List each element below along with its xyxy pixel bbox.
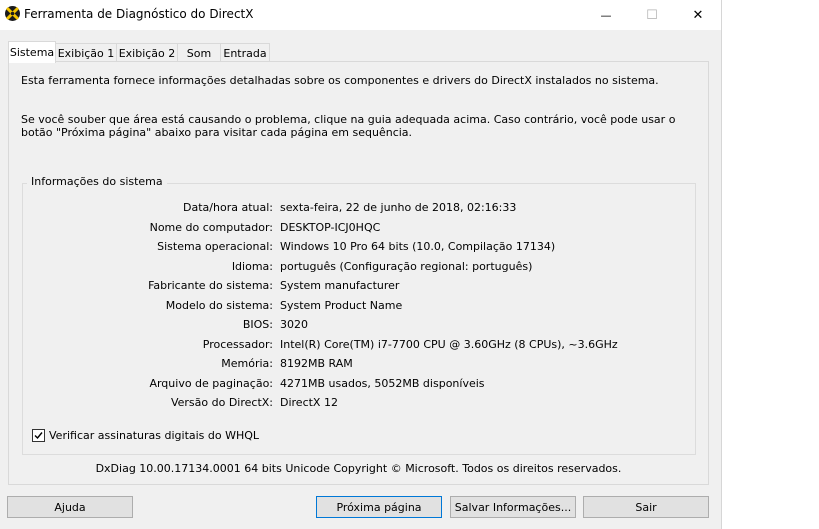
intro-text-1: Esta ferramenta fornece informações deta…: [21, 74, 659, 87]
exit-button[interactable]: Sair: [583, 496, 709, 518]
window-title: Ferramenta de Diagnóstico do DirectX: [24, 7, 254, 21]
info-row-pagefile: Arquivo de paginação: 4271MB usados, 505…: [23, 377, 695, 391]
info-row-language: Idioma: português (Configuração regional…: [23, 260, 695, 274]
info-label: Fabricante do sistema:: [148, 279, 273, 292]
info-value: System Product Name: [280, 298, 403, 312]
info-row-datetime: Data/hora atual: sexta-feira, 22 de junh…: [23, 201, 695, 215]
info-value: Intel(R) Core(TM) i7-7700 CPU @ 3.60GHz …: [280, 337, 618, 351]
whql-checkbox-label: Verificar assinaturas digitais do WHQL: [49, 429, 260, 442]
maximize-button[interactable]: ☐: [629, 0, 675, 30]
close-button[interactable]: ✕: [675, 0, 721, 30]
tab-som[interactable]: Som: [177, 43, 221, 62]
system-info-group: Informações do sistema Data/hora atual: …: [22, 175, 696, 455]
info-label: Nome do computador:: [149, 220, 273, 234]
info-value: DESKTOP-ICJ0HQC: [280, 220, 381, 234]
help-button[interactable]: Ajuda: [7, 496, 133, 518]
info-value: DirectX 12: [280, 396, 338, 409]
close-icon: ✕: [692, 7, 704, 23]
copyright-note: DxDiag 10.00.17134.0001 64 bits Unicode …: [95, 462, 622, 475]
info-row-directx-version: Versão do DirectX: DirectX 12: [23, 396, 695, 410]
info-label: Arquivo de paginação:: [149, 376, 273, 390]
tab-exibicao-2[interactable]: Exibição 2: [116, 43, 178, 62]
system-info-title: Informações do sistema: [27, 175, 167, 188]
info-row-manufacturer: Fabricante do sistema: System manufactur…: [23, 279, 695, 293]
title-bar: Ferramenta de Diagnóstico do DirectX — ☐…: [0, 0, 721, 30]
whql-checkbox[interactable]: [32, 429, 45, 442]
next-page-button[interactable]: Próxima página: [316, 496, 442, 518]
info-value: 8192MB RAM: [280, 357, 353, 370]
info-row-model: Modelo do sistema: System Product Name: [23, 299, 695, 313]
info-label: Memória:: [221, 357, 273, 370]
info-value: Windows 10 Pro 64 bits (10.0, Compilação…: [280, 240, 556, 253]
info-row-os: Sistema operacional: Windows 10 Pro 64 b…: [23, 240, 695, 254]
directx-icon: [5, 6, 20, 21]
whql-checkbox-row[interactable]: Verificar assinaturas digitais do WHQL: [32, 429, 259, 442]
info-label: Modelo do sistema:: [165, 298, 273, 312]
info-value: sexta-feira, 22 de junho de 2018, 02:16:…: [280, 201, 517, 214]
tab-entrada[interactable]: Entrada: [220, 43, 270, 62]
tab-panel-sistema: Esta ferramenta fornece informações deta…: [8, 61, 709, 485]
tab-exibicao-1[interactable]: Exibição 1: [55, 43, 117, 62]
dxdiag-window: Ferramenta de Diagnóstico do DirectX — ☐…: [0, 0, 722, 529]
info-row-memory: Memória: 8192MB RAM: [23, 357, 695, 371]
intro-text-2: Se você souber que área está causando o …: [21, 113, 676, 139]
checkmark-icon: [34, 432, 43, 440]
info-value: System manufacturer: [280, 279, 400, 292]
info-label: Data/hora atual:: [183, 201, 273, 214]
info-label: BIOS:: [242, 318, 273, 331]
info-value: português (Configuração regional: portug…: [280, 259, 533, 273]
info-label: Sistema operacional:: [157, 240, 273, 253]
info-label: Idioma:: [231, 259, 273, 273]
info-row-processor: Processador: Intel(R) Core(TM) i7-7700 C…: [23, 338, 695, 352]
maximize-icon: ☐: [646, 7, 658, 23]
info-row-computer-name: Nome do computador: DESKTOP-ICJ0HQC: [23, 221, 695, 235]
info-label: Versão do DirectX:: [170, 396, 273, 409]
save-info-button[interactable]: Salvar Informações...: [450, 496, 576, 518]
minimize-icon: —: [600, 8, 612, 22]
info-value: 4271MB usados, 5052MB disponíveis: [280, 376, 485, 390]
info-value: 3020: [280, 318, 308, 331]
minimize-button[interactable]: —: [583, 0, 629, 30]
info-row-bios: BIOS: 3020: [23, 318, 695, 332]
tab-sistema[interactable]: Sistema: [8, 41, 56, 63]
info-label: Processador:: [202, 337, 273, 351]
